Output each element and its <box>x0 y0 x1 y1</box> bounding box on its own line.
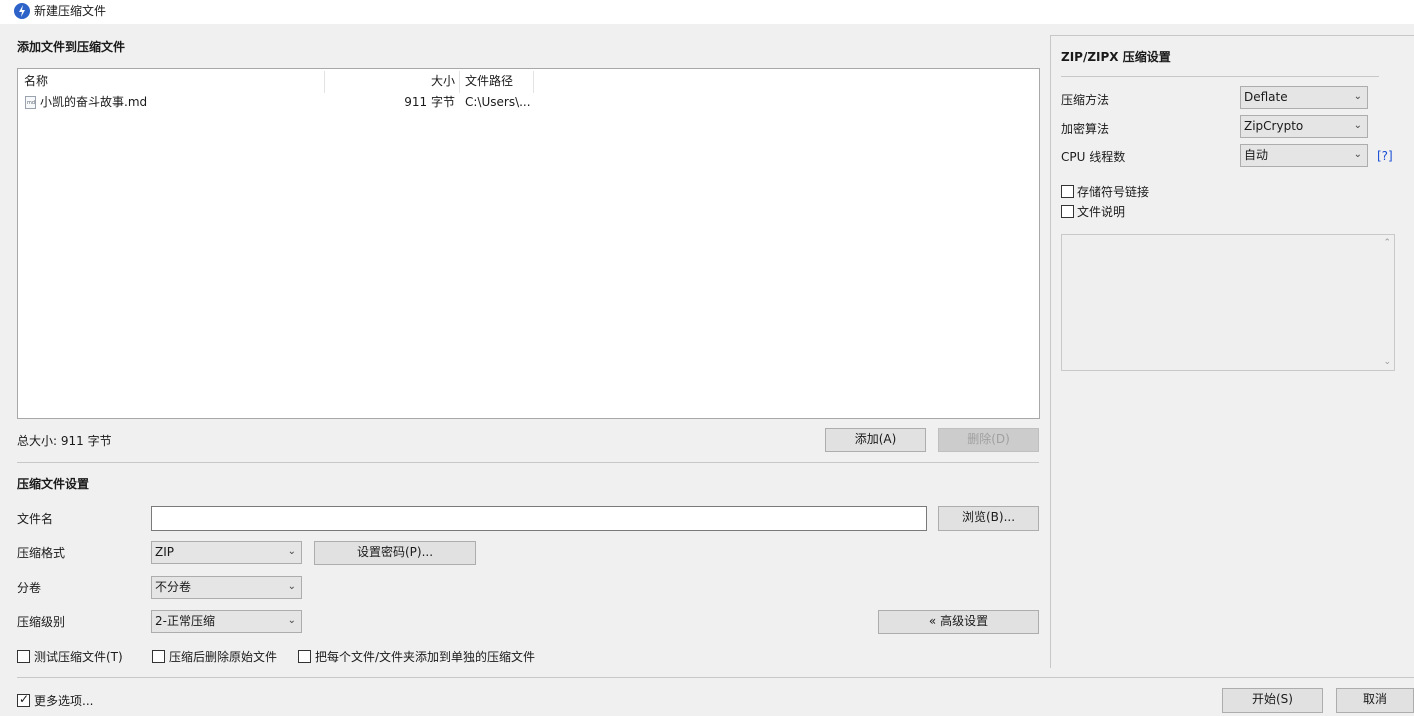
format-label: 压缩格式 <box>17 546 66 560</box>
file-comment-label[interactable]: 文件说明 <box>1077 204 1125 220</box>
chevron-down-icon: ⌄ <box>287 581 296 592</box>
delete-original-label[interactable]: 压缩后删除原始文件 <box>169 649 277 665</box>
level-select[interactable]: 2-正常压缩 ⌄ <box>151 610 302 633</box>
store-symlinks-label[interactable]: 存储符号链接 <box>1077 184 1149 200</box>
file-size-cell: 911 字节 <box>404 95 455 109</box>
window-title: 新建压缩文件 <box>34 4 107 18</box>
column-divider[interactable] <box>459 71 460 93</box>
file-comment-checkbox[interactable] <box>1061 205 1074 218</box>
compression-method-value: Deflate <box>1244 90 1288 104</box>
table-row[interactable]: md 小凯的奋斗故事.md 911 字节 C:\Users\... <box>18 93 1039 111</box>
filename-input[interactable] <box>151 506 927 531</box>
browse-button[interactable]: 浏览(B)... <box>938 506 1039 531</box>
app-logo-icon <box>14 3 30 19</box>
panel-divider <box>1061 76 1379 77</box>
test-archive-checkbox[interactable] <box>17 650 30 663</box>
compression-method-label: 压缩方法 <box>1061 93 1110 107</box>
chevron-down-icon: ⌄ <box>287 615 296 626</box>
column-divider[interactable] <box>324 71 325 93</box>
column-header-path[interactable]: 文件路径 <box>465 72 513 90</box>
store-symlinks-checkbox[interactable] <box>1061 185 1074 198</box>
separate-archives-label[interactable]: 把每个文件/文件夹添加到单独的压缩文件 <box>315 649 535 665</box>
level-select-value: 2-正常压缩 <box>155 614 215 628</box>
level-label: 压缩级别 <box>17 615 66 629</box>
file-name-cell: 小凯的奋斗故事.md <box>40 95 148 109</box>
set-password-button[interactable]: 设置密码(P)... <box>314 541 476 565</box>
chevron-down-icon: ⌄ <box>1353 120 1362 131</box>
format-select[interactable]: ZIP ⌄ <box>151 541 302 564</box>
split-label: 分卷 <box>17 581 42 595</box>
encryption-value: ZipCrypto <box>1244 119 1304 133</box>
encryption-label: 加密算法 <box>1061 122 1110 136</box>
file-list[interactable]: 名称 大小 文件路径 md 小凯的奋斗故事.md 911 字节 C:\Users… <box>17 68 1040 419</box>
footer-divider <box>17 677 1414 678</box>
start-button[interactable]: 开始(S) <box>1222 688 1323 713</box>
scroll-up-icon[interactable]: ⌃ <box>1383 238 1391 248</box>
scroll-down-icon[interactable]: ⌄ <box>1383 357 1391 367</box>
threads-help-link[interactable]: [?] <box>1377 149 1393 163</box>
column-header-name[interactable]: 名称 <box>24 72 48 90</box>
column-header-size[interactable]: 大小 <box>328 72 455 90</box>
add-files-button[interactable]: 添加(A) <box>825 428 926 452</box>
cpu-threads-label: CPU 线程数 <box>1061 150 1126 164</box>
encryption-select[interactable]: ZipCrypto ⌄ <box>1240 115 1368 138</box>
chevron-down-icon: ⌄ <box>287 546 296 557</box>
cancel-button[interactable]: 取消 <box>1336 688 1414 713</box>
total-size-label: 总大小: 911 字节 <box>17 434 112 448</box>
compression-method-select[interactable]: Deflate ⌄ <box>1240 86 1368 109</box>
files-section-heading: 添加文件到压缩文件 <box>17 40 126 54</box>
chevron-down-icon: ⌄ <box>1353 91 1362 102</box>
file-comment-textarea[interactable]: ⌃ ⌄ <box>1061 234 1395 371</box>
filename-label: 文件名 <box>17 512 54 526</box>
column-divider[interactable] <box>533 71 534 93</box>
more-options-label[interactable]: 更多选项... <box>34 693 93 709</box>
delete-files-button[interactable]: 删除(D) <box>938 428 1039 452</box>
delete-original-checkbox[interactable] <box>152 650 165 663</box>
format-select-value: ZIP <box>155 545 174 559</box>
cpu-threads-value: 自动 <box>1244 148 1269 162</box>
archive-settings-heading: 压缩文件设置 <box>17 477 90 491</box>
chevron-down-icon: ⌄ <box>1353 149 1362 160</box>
cpu-threads-select[interactable]: 自动 ⌄ <box>1240 144 1368 167</box>
test-archive-label[interactable]: 测试压缩文件(T) <box>34 649 123 665</box>
zip-settings-heading: ZIP/ZIPX 压缩设置 <box>1061 50 1171 64</box>
split-select[interactable]: 不分卷 ⌄ <box>151 576 302 599</box>
more-options-checkbox[interactable] <box>17 692 30 707</box>
separate-archives-checkbox[interactable] <box>298 650 311 663</box>
zip-settings-panel: ZIP/ZIPX 压缩设置 压缩方法 Deflate ⌄ 加密算法 ZipCry… <box>1050 35 1414 668</box>
section-divider <box>17 462 1039 463</box>
markdown-file-icon: md <box>25 96 36 109</box>
split-select-value: 不分卷 <box>155 580 192 594</box>
file-path-cell: C:\Users\... <box>465 95 531 109</box>
title-bar: 新建压缩文件 <box>0 0 1414 24</box>
advanced-settings-button[interactable]: « 高级设置 <box>878 610 1039 634</box>
